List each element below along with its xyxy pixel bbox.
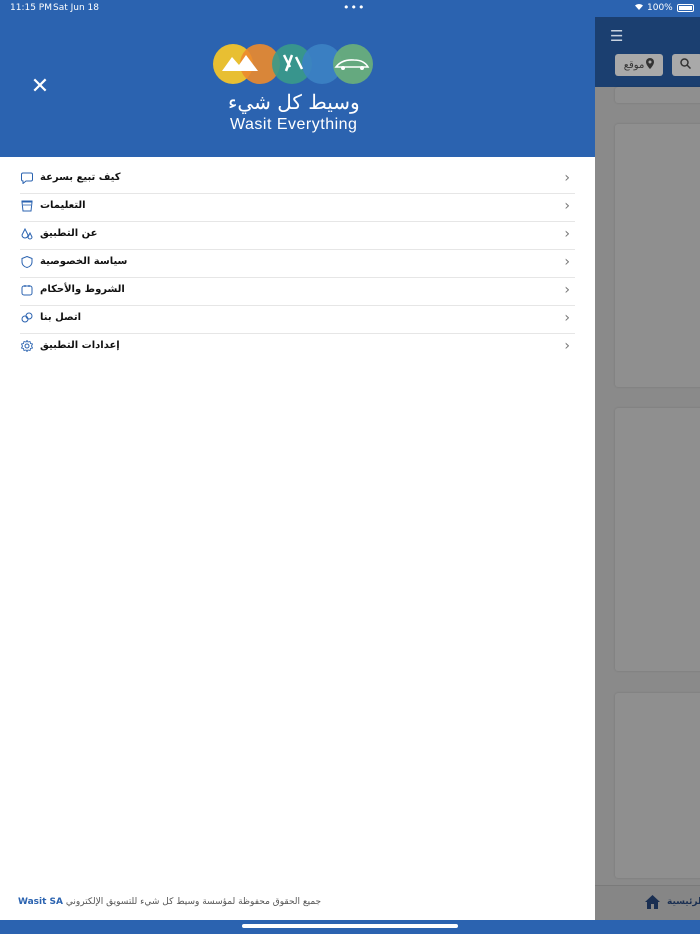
logo-arabic-text: وسيط كل شيء xyxy=(228,90,360,114)
trash-basket-icon xyxy=(20,200,34,214)
chevron-right-icon: › xyxy=(564,226,570,242)
chevron-right-icon: › xyxy=(564,282,570,298)
copyright-footer: Wasit SA جميع الحقوق محفوظة لمؤسسة وسيط … xyxy=(18,897,321,907)
listing-card[interactable] xyxy=(615,87,700,103)
background-header: ☰ موقع xyxy=(595,17,700,87)
side-drawer: ✕ وسيط كل شيء Wasit Everything كيف تبيع … xyxy=(0,0,595,934)
location-button[interactable]: موقع xyxy=(615,54,663,76)
contact-bubbles-icon xyxy=(20,312,34,326)
chevron-right-icon: › xyxy=(564,338,570,354)
search-icon xyxy=(680,58,692,72)
chevron-right-icon: › xyxy=(564,254,570,270)
status-bar: 11:15 PM Sat Jun 18 ••• 100% xyxy=(0,0,700,17)
map-pin-icon xyxy=(646,58,655,72)
bottom-bar xyxy=(0,920,700,934)
chat-bubble-icon xyxy=(20,172,34,186)
home-indicator[interactable] xyxy=(242,924,458,928)
menu-item-label: كيف تبيع بسرعة xyxy=(40,172,121,183)
menu-item-instructions[interactable]: التعليمات › xyxy=(20,194,575,222)
calendar-icon xyxy=(20,284,34,298)
listing-card[interactable] xyxy=(615,124,700,387)
settings-gear-icon xyxy=(20,339,34,354)
menu-item-app-settings[interactable]: إعدادات التطبيق › xyxy=(20,334,575,362)
background-app[interactable]: ☰ موقع الرئيسية xyxy=(595,0,700,934)
app-logo xyxy=(213,44,373,84)
menu-item-label: إعدادات التطبيق xyxy=(40,340,120,351)
listing-card[interactable] xyxy=(615,693,700,878)
location-label: موقع xyxy=(623,59,645,71)
footer-text: جميع الحقوق محفوظة لمؤسسة وسيط كل شيء لل… xyxy=(65,897,322,907)
menu-item-terms-conditions[interactable]: الشروط والأحكام › xyxy=(20,278,575,306)
listing-card[interactable] xyxy=(615,408,700,671)
logo-english-text: Wasit Everything xyxy=(230,116,358,133)
tab-home-label[interactable]: الرئيسية xyxy=(667,897,700,907)
wifi-icon xyxy=(634,2,644,14)
menu-item-label: الشروط والأحكام xyxy=(40,284,125,295)
tab-bar: الرئيسية xyxy=(595,885,700,920)
battery-percentage: 100% xyxy=(647,3,673,13)
battery-icon xyxy=(677,4,694,12)
home-icon[interactable] xyxy=(645,895,660,913)
shield-icon xyxy=(20,255,34,270)
chevron-right-icon: › xyxy=(564,310,570,326)
close-icon[interactable]: ✕ xyxy=(30,76,50,98)
footer-brand[interactable]: Wasit SA xyxy=(18,897,63,907)
search-button[interactable] xyxy=(672,54,700,76)
menu-item-privacy-policy[interactable]: سياسة الخصوصية › xyxy=(20,250,575,278)
hamburger-menu-icon[interactable]: ☰ xyxy=(610,27,623,45)
status-date: Sat Jun 18 xyxy=(53,3,99,13)
status-time: 11:15 PM xyxy=(10,3,52,13)
drawer-header: ✕ وسيط كل شيء Wasit Everything xyxy=(0,17,595,157)
menu-item-label: سياسة الخصوصية xyxy=(40,256,128,267)
menu-item-label: عن التطبيق xyxy=(40,228,98,239)
chevron-right-icon: › xyxy=(564,198,570,214)
menu-item-about-app[interactable]: عن التطبيق › xyxy=(20,222,575,250)
menu-item-how-to-sell[interactable]: كيف تبيع بسرعة › xyxy=(20,166,575,194)
menu-item-label: التعليمات xyxy=(40,200,86,211)
menu-item-contact-us[interactable]: اتصل بنا › xyxy=(20,306,575,334)
chevron-right-icon: › xyxy=(564,170,570,186)
menu-item-label: اتصل بنا xyxy=(40,312,82,323)
multitasking-dots-icon[interactable]: ••• xyxy=(343,1,365,14)
drops-icon xyxy=(20,227,34,242)
